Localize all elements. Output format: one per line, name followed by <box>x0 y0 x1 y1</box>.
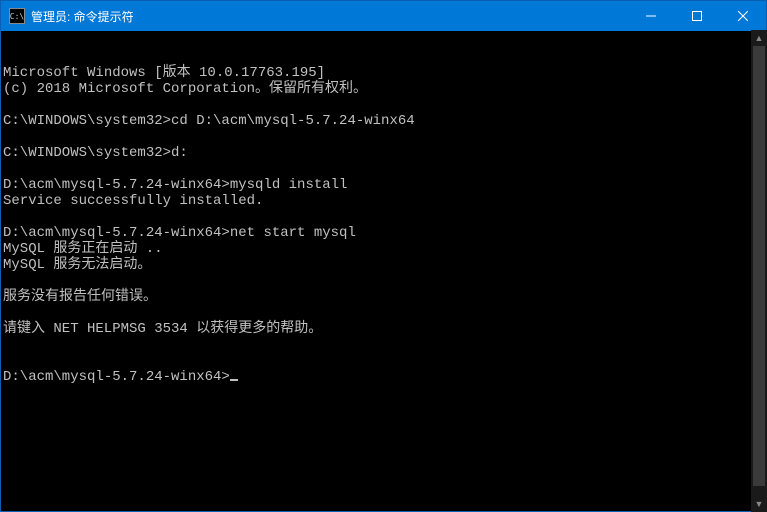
maximize-icon <box>692 11 702 21</box>
scroll-down-arrow[interactable]: ▼ <box>751 496 767 512</box>
vertical-scrollbar[interactable]: ▲ ▼ <box>751 30 767 512</box>
terminal-area[interactable]: Microsoft Windows [版本 10.0.17763.195] (c… <box>1 31 766 511</box>
minimize-icon <box>646 11 656 21</box>
close-icon <box>738 11 748 21</box>
maximize-button[interactable] <box>674 1 720 31</box>
scroll-up-arrow[interactable]: ▲ <box>751 30 767 46</box>
minimize-button[interactable] <box>628 1 674 31</box>
titlebar[interactable]: C:\ 管理员: 命令提示符 <box>1 1 766 31</box>
window-title: 管理员: 命令提示符 <box>31 8 134 25</box>
cmd-icon: C:\ <box>9 8 25 24</box>
close-button[interactable] <box>720 1 766 31</box>
command-prompt-window: C:\ 管理员: 命令提示符 Microsoft Windows [版本 10.… <box>0 0 767 512</box>
scrollbar-thumb[interactable] <box>753 46 765 486</box>
terminal-output: Microsoft Windows [版本 10.0.17763.195] (c… <box>3 65 764 385</box>
cursor <box>230 379 238 381</box>
